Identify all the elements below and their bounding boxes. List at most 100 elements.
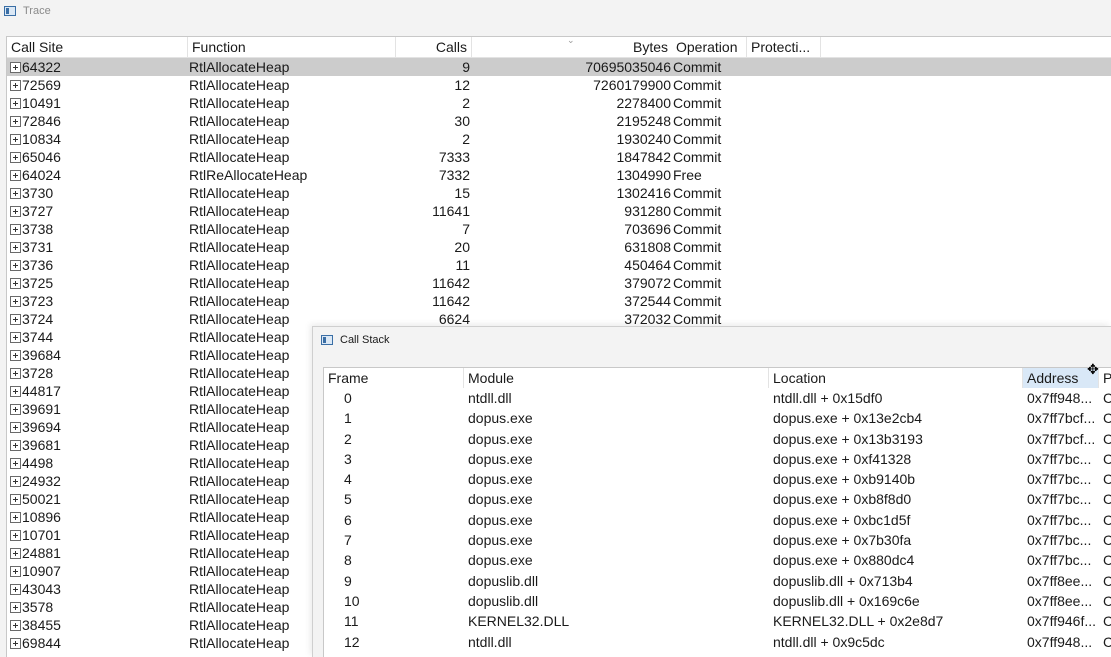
- stack-frame-row[interactable]: 3 dopus.exe dopus.exe + 0xf41328 0x7ff7bc..…: [324, 449, 1111, 469]
- plus-box-icon[interactable]: [10, 296, 21, 307]
- stack-frame-row[interactable]: 11 KERNEL32.DLL KERNEL32.DLL + 0x2e8d7 0x7f…: [324, 611, 1111, 631]
- plus-box-icon[interactable]: [10, 62, 21, 73]
- stack-frame-row[interactable]: 12 ntdll.dll ntdll.dll + 0x9c5dc 0x7ff948..…: [324, 632, 1111, 652]
- stack-frame-row[interactable]: 0 ntdll.dll ntdll.dll + 0x15df0 0x7ff948...…: [324, 388, 1111, 408]
- stack-frame-row[interactable]: 6 dopus.exe dopus.exe + 0xbc1d5f 0x7ff7bc..…: [324, 510, 1111, 530]
- operation-cell: Commit: [673, 221, 722, 237]
- column-header-module[interactable]: Module: [464, 368, 769, 388]
- bytes-cell: 379072: [624, 275, 671, 291]
- table-row[interactable]: 3738 RtlAllocateHeap 7 703696 Commit: [7, 220, 1111, 238]
- window-icon: [321, 335, 333, 345]
- column-header-location[interactable]: Location: [769, 368, 1023, 388]
- table-row[interactable]: 3727 RtlAllocateHeap 11641 931280 Commit: [7, 202, 1111, 220]
- table-row[interactable]: 3731 RtlAllocateHeap 20 631808 Commit: [7, 238, 1111, 256]
- plus-box-icon[interactable]: [10, 422, 21, 433]
- plus-box-icon[interactable]: [10, 548, 21, 559]
- table-row[interactable]: 64322 RtlAllocateHeap 9 70695035046 Commit: [7, 58, 1111, 76]
- call-site-cell: 10701: [10, 526, 188, 544]
- plus-box-icon[interactable]: [10, 134, 21, 145]
- table-row[interactable]: 10491 RtlAllocateHeap 2 2278400 Commit: [7, 94, 1111, 112]
- column-header-function[interactable]: Function: [188, 37, 396, 58]
- stack-frame-row[interactable]: 10 dopuslib.dll dopuslib.dll + 0x169c6e 0x7…: [324, 591, 1111, 611]
- location-cell: ntdll.dll + 0x9c5dc: [773, 633, 885, 650]
- frame-cell: 0: [344, 390, 352, 406]
- module-cell: dopus.exe: [468, 552, 533, 569]
- plus-box-icon[interactable]: [10, 278, 21, 289]
- plus-box-icon[interactable]: [10, 494, 21, 505]
- plus-box-icon[interactable]: [10, 188, 21, 199]
- call-site-label: 38455: [22, 617, 61, 633]
- plus-box-icon[interactable]: [10, 638, 21, 649]
- stack-frame-row[interactable]: 2 dopus.exe dopus.exe + 0x13b3193 0x7ff7bcf…: [324, 429, 1111, 449]
- p-cell: C: [1103, 449, 1111, 469]
- call-site-cell: 3724: [10, 310, 188, 328]
- plus-box-icon[interactable]: [10, 458, 21, 469]
- call-site-cell: 3736: [10, 256, 188, 274]
- column-header-p[interactable]: P: [1099, 368, 1111, 388]
- table-row[interactable]: 3725 RtlAllocateHeap 11642 379072 Commit: [7, 274, 1111, 292]
- stack-frame-row[interactable]: 8 dopus.exe dopus.exe + 0x880dc4 0x7ff7bc..…: [324, 550, 1111, 570]
- address-cell: 0x7ff948...: [1027, 633, 1093, 650]
- bytes-cell: 931280: [624, 203, 671, 219]
- column-header-call-site[interactable]: Call Site: [7, 37, 188, 58]
- function-cell: RtlAllocateHeap: [189, 149, 290, 165]
- plus-box-icon[interactable]: [10, 314, 21, 325]
- call-site-label: 24932: [22, 473, 61, 489]
- call-site-label: 10491: [22, 95, 61, 111]
- plus-box-icon[interactable]: [10, 440, 21, 451]
- address-cell: 0x7ff7bc...: [1027, 532, 1092, 549]
- table-row[interactable]: 3723 RtlAllocateHeap 11642 372544 Commit: [7, 292, 1111, 310]
- plus-box-icon[interactable]: [10, 242, 21, 253]
- table-row[interactable]: 3736 RtlAllocateHeap 11 450464 Commit: [7, 256, 1111, 274]
- plus-box-icon[interactable]: [10, 116, 21, 127]
- table-row[interactable]: 3730 RtlAllocateHeap 15 1302416 Commit: [7, 184, 1111, 202]
- table-row[interactable]: 65046 RtlAllocateHeap 7333 1847842 Commit: [7, 148, 1111, 166]
- plus-box-icon[interactable]: [10, 386, 21, 397]
- window-icon: [4, 6, 16, 16]
- stack-frame-row[interactable]: 1 dopus.exe dopus.exe + 0x13e2cb4 0x7ff7bcf…: [324, 408, 1111, 428]
- plus-box-icon[interactable]: [10, 170, 21, 181]
- plus-box-icon[interactable]: [10, 350, 21, 361]
- operation-cell: Commit: [673, 203, 722, 219]
- plus-box-icon[interactable]: [10, 80, 21, 91]
- p-cell: C: [1103, 510, 1111, 530]
- stack-frame-row[interactable]: 7 dopus.exe dopus.exe + 0x7b30fa 0x7ff7bc..…: [324, 530, 1111, 550]
- plus-box-icon[interactable]: [10, 224, 21, 235]
- table-row[interactable]: 72569 RtlAllocateHeap 12 7260179900 Commit: [7, 76, 1111, 94]
- bytes-cell: 1302416: [616, 185, 671, 201]
- bytes-cell: 2278400: [616, 95, 671, 111]
- plus-box-icon[interactable]: [10, 620, 21, 631]
- column-header-operation[interactable]: Operation: [672, 37, 747, 58]
- bytes-cell: 1930240: [616, 131, 671, 147]
- table-row[interactable]: 10834 RtlAllocateHeap 2 1930240 Commit: [7, 130, 1111, 148]
- plus-box-icon[interactable]: [10, 584, 21, 595]
- call-site-cell: 3744: [10, 328, 188, 346]
- plus-box-icon[interactable]: [10, 332, 21, 343]
- calls-cell: 11: [455, 257, 470, 273]
- call-site-label: 10896: [22, 509, 61, 525]
- calls-cell: 7332: [438, 167, 470, 183]
- frame-cell: 7: [344, 532, 352, 549]
- plus-box-icon[interactable]: [10, 530, 21, 541]
- stack-frame-row[interactable]: 5 dopus.exe dopus.exe + 0xb8f8d0 0x7ff7bc..…: [324, 489, 1111, 509]
- column-header-protection[interactable]: Protecti...: [747, 37, 821, 58]
- stack-frame-row[interactable]: 9 dopuslib.dll dopuslib.dll + 0x713b4 0x7ff…: [324, 571, 1111, 591]
- plus-box-icon[interactable]: [10, 602, 21, 613]
- plus-box-icon[interactable]: [10, 476, 21, 487]
- column-header-calls[interactable]: Calls: [396, 37, 472, 58]
- plus-box-icon[interactable]: [10, 566, 21, 577]
- plus-box-icon[interactable]: [10, 404, 21, 415]
- table-row[interactable]: 64024 RtlReAllocateHeap 7332 1304990 Free: [7, 166, 1111, 184]
- plus-box-icon[interactable]: [10, 260, 21, 271]
- call-site-label: 3744: [22, 329, 54, 345]
- stack-frame-row[interactable]: 4 dopus.exe dopus.exe + 0xb9140b 0x7ff7bc..…: [324, 469, 1111, 489]
- p-cell: C: [1103, 591, 1111, 611]
- plus-box-icon[interactable]: [10, 98, 21, 109]
- plus-box-icon[interactable]: [10, 368, 21, 379]
- call-site-cell: 39684: [10, 346, 188, 364]
- plus-box-icon[interactable]: [10, 152, 21, 163]
- plus-box-icon[interactable]: [10, 206, 21, 217]
- column-header-frame[interactable]: Frame: [324, 368, 464, 388]
- plus-box-icon[interactable]: [10, 512, 21, 523]
- table-row[interactable]: 72846 RtlAllocateHeap 30 2195248 Commit: [7, 112, 1111, 130]
